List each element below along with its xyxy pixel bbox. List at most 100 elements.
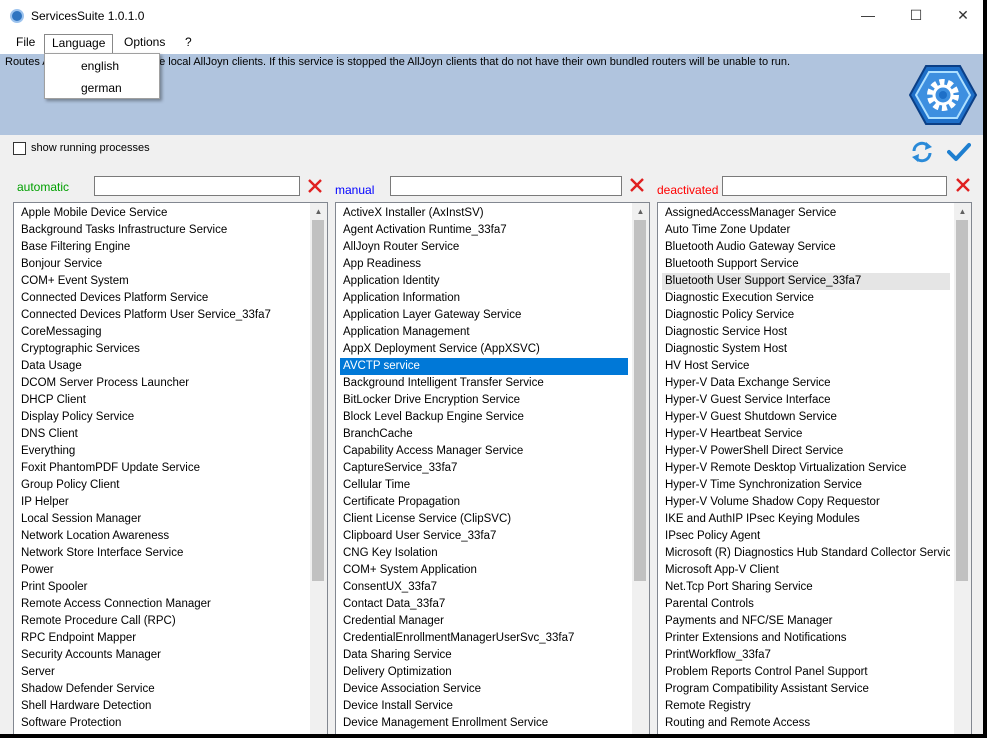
list-item[interactable]: IKE and AuthIP IPsec Keying Modules — [662, 511, 950, 528]
list-item[interactable]: Power — [18, 562, 306, 579]
list-item[interactable]: DHCP Client — [18, 392, 306, 409]
manual-scrollbar[interactable]: ▲ — [632, 203, 649, 734]
deactivated-services-list[interactable]: AssignedAccessManager Service Auto Time Z… — [657, 202, 972, 734]
list-item[interactable]: Data Usage — [18, 358, 306, 375]
list-item[interactable]: Local Session Manager — [18, 511, 306, 528]
list-item[interactable]: Routing and Remote Access — [662, 715, 950, 732]
list-item[interactable]: AVCTP service — [340, 358, 628, 375]
menu-file[interactable]: File — [9, 34, 42, 53]
list-item[interactable]: Device Association Service — [340, 681, 628, 698]
list-item[interactable]: Connected Devices Platform User Service_… — [18, 307, 306, 324]
list-item[interactable]: Remote Access Connection Manager — [18, 596, 306, 613]
list-item[interactable]: Foxit PhantomPDF Update Service — [18, 460, 306, 477]
list-item[interactable]: Bluetooth User Support Service_33fa7 — [662, 273, 950, 290]
list-item[interactable]: DCOM Server Process Launcher — [18, 375, 306, 392]
checkmark-icon[interactable] — [947, 141, 971, 163]
list-item[interactable]: Microsoft App-V Client — [662, 562, 950, 579]
list-item[interactable]: Payments and NFC/SE Manager — [662, 613, 950, 630]
list-item[interactable]: CNG Key Isolation — [340, 545, 628, 562]
list-item[interactable]: Hyper-V Volume Shadow Copy Requestor — [662, 494, 950, 511]
list-item[interactable]: App Readiness — [340, 256, 628, 273]
scrollbar-thumb[interactable] — [312, 220, 324, 581]
list-item[interactable]: AppX Deployment Service (AppXSVC) — [340, 341, 628, 358]
list-item[interactable]: Device Management Enrollment Service — [340, 715, 628, 732]
list-item[interactable]: Display Policy Service — [18, 409, 306, 426]
list-item[interactable]: AllJoyn Router Service — [340, 239, 628, 256]
list-item[interactable]: Device Install Service — [340, 698, 628, 715]
list-item[interactable]: DNS Client — [18, 426, 306, 443]
list-item[interactable]: RPC Endpoint Mapper — [18, 630, 306, 647]
list-item[interactable]: IPsec Policy Agent — [662, 528, 950, 545]
list-item[interactable]: PrintWorkflow_33fa7 — [662, 647, 950, 664]
list-item[interactable]: Hyper-V Remote Desktop Virtualization Se… — [662, 460, 950, 477]
manual-services-list[interactable]: ActiveX Installer (AxInstSV) Agent Activa… — [335, 202, 650, 734]
list-item[interactable]: Base Filtering Engine — [18, 239, 306, 256]
list-item[interactable]: Diagnostic Policy Service — [662, 307, 950, 324]
list-item[interactable]: Security Accounts Manager — [18, 647, 306, 664]
list-item[interactable]: BranchCache — [340, 426, 628, 443]
scrollbar-thumb[interactable] — [956, 220, 968, 581]
deactivated-clear-icon[interactable] — [955, 177, 971, 193]
list-item[interactable]: Shell Hardware Detection — [18, 698, 306, 715]
list-item[interactable]: ConsentUX_33fa7 — [340, 579, 628, 596]
list-item[interactable]: HV Host Service — [662, 358, 950, 375]
list-item[interactable]: Clipboard User Service_33fa7 — [340, 528, 628, 545]
list-item[interactable]: Capability Access Manager Service — [340, 443, 628, 460]
list-item[interactable]: Bluetooth Audio Gateway Service — [662, 239, 950, 256]
list-item[interactable]: ActiveX Installer (AxInstSV) — [340, 205, 628, 222]
list-item[interactable]: Cellular Time — [340, 477, 628, 494]
list-item[interactable]: Problem Reports Control Panel Support — [662, 664, 950, 681]
list-item[interactable]: Background Intelligent Transfer Service — [340, 375, 628, 392]
list-item[interactable]: Diagnostic Service Host — [662, 324, 950, 341]
list-item[interactable]: Data Sharing Service — [340, 647, 628, 664]
list-item[interactable]: IP Helper — [18, 494, 306, 511]
list-item[interactable]: Agent Activation Runtime_33fa7 — [340, 222, 628, 239]
maximize-button[interactable]: ☐ — [893, 0, 939, 31]
list-item[interactable]: Hyper-V Guest Service Interface — [662, 392, 950, 409]
scroll-up-icon[interactable]: ▲ — [632, 203, 649, 220]
menu-options[interactable]: Options — [117, 34, 172, 53]
list-item[interactable]: CaptureService_33fa7 — [340, 460, 628, 477]
list-item[interactable]: AssignedAccessManager Service — [662, 205, 950, 222]
scroll-up-icon[interactable]: ▲ — [954, 203, 971, 220]
list-item[interactable]: Shadow Defender Service — [18, 681, 306, 698]
list-item[interactable]: Network Location Awareness — [18, 528, 306, 545]
list-item[interactable]: Hyper-V Data Exchange Service — [662, 375, 950, 392]
list-item[interactable]: Contact Data_33fa7 — [340, 596, 628, 613]
minimize-button[interactable]: — — [845, 0, 891, 31]
list-item[interactable]: Cryptographic Services — [18, 341, 306, 358]
list-item[interactable]: Everything — [18, 443, 306, 460]
language-option-english[interactable]: english — [45, 55, 159, 77]
list-item[interactable]: Bluetooth Support Service — [662, 256, 950, 273]
title-bar[interactable]: ServicesSuite 1.0.1.0 — ☐ ✕ — [0, 0, 983, 31]
list-item[interactable]: Program Compatibility Assistant Service — [662, 681, 950, 698]
list-item[interactable]: Block Level Backup Engine Service — [340, 409, 628, 426]
list-item[interactable]: Application Layer Gateway Service — [340, 307, 628, 324]
list-item[interactable]: COM+ Event System — [18, 273, 306, 290]
list-item[interactable]: Microsoft (R) Diagnostics Hub Standard C… — [662, 545, 950, 562]
list-item[interactable]: Credential Manager — [340, 613, 628, 630]
deactivated-filter-input[interactable] — [722, 176, 947, 196]
list-item[interactable]: Auto Time Zone Updater — [662, 222, 950, 239]
list-item[interactable]: BitLocker Drive Encryption Service — [340, 392, 628, 409]
scroll-up-icon[interactable]: ▲ — [310, 203, 327, 220]
list-item[interactable]: Group Policy Client — [18, 477, 306, 494]
list-item[interactable]: Software Protection — [18, 715, 306, 732]
list-item[interactable]: Hyper-V Guest Shutdown Service — [662, 409, 950, 426]
manual-filter-input[interactable] — [390, 176, 622, 196]
list-item[interactable]: Remote Procedure Call (RPC) — [18, 613, 306, 630]
automatic-filter-input[interactable] — [94, 176, 300, 196]
list-item[interactable]: Application Identity — [340, 273, 628, 290]
close-button[interactable]: ✕ — [940, 0, 983, 31]
list-item[interactable]: Print Spooler — [18, 579, 306, 596]
list-item[interactable]: Network Store Interface Service — [18, 545, 306, 562]
list-item[interactable]: Hyper-V Heartbeat Service — [662, 426, 950, 443]
list-item[interactable]: Printer Extensions and Notifications — [662, 630, 950, 647]
list-item[interactable]: Apple Mobile Device Service — [18, 205, 306, 222]
list-item[interactable]: Certificate Propagation — [340, 494, 628, 511]
deactivated-scrollbar[interactable]: ▲ — [954, 203, 971, 734]
list-item[interactable]: CoreMessaging — [18, 324, 306, 341]
list-item[interactable]: Application Management — [340, 324, 628, 341]
list-item[interactable]: Diagnostic Execution Service — [662, 290, 950, 307]
automatic-services-list[interactable]: Apple Mobile Device Service Background Ta… — [13, 202, 328, 734]
